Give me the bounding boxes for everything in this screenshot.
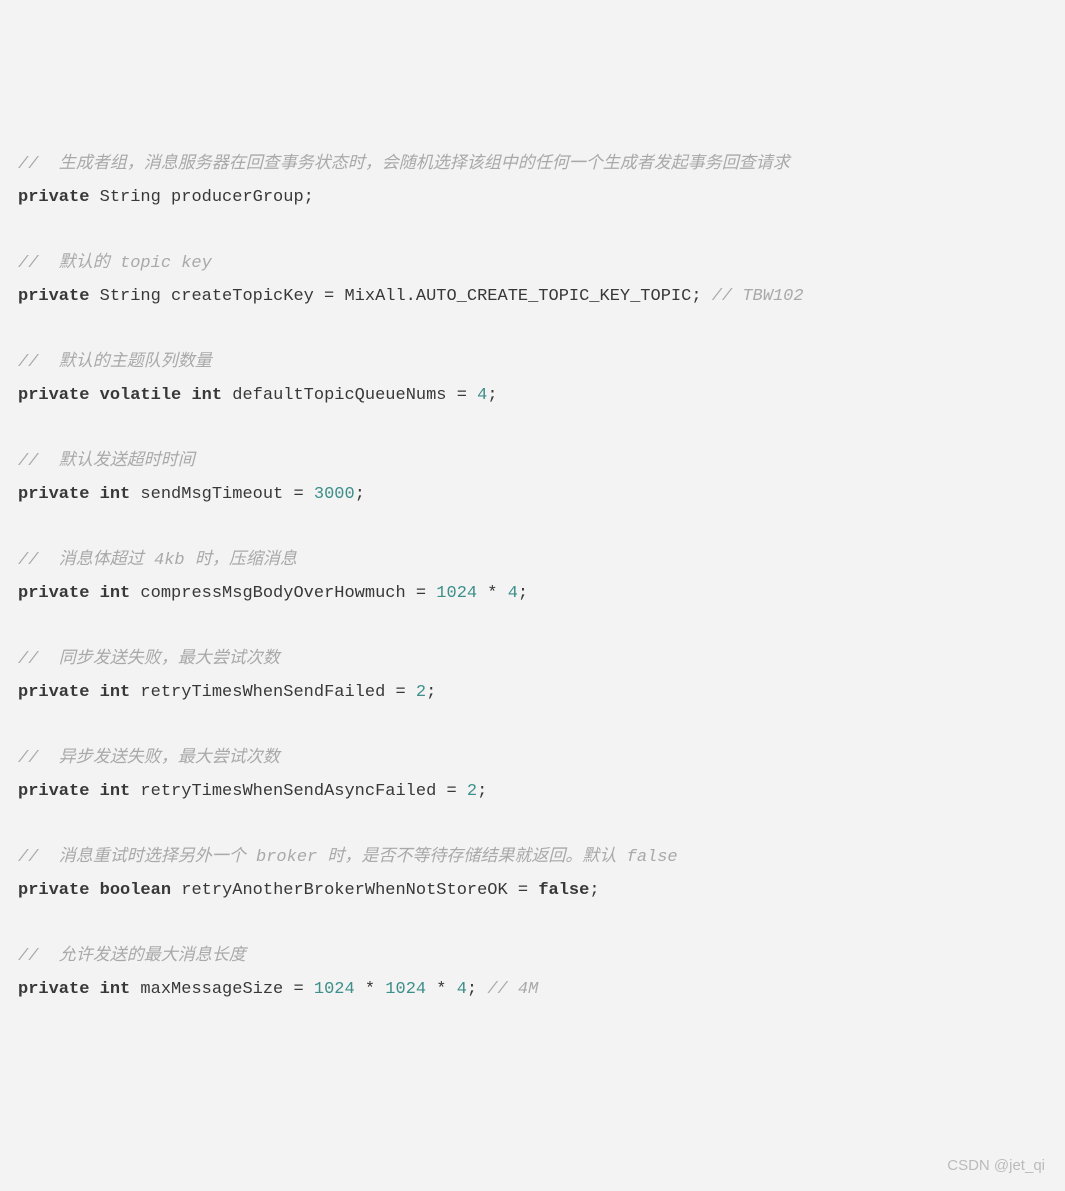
number-literal: 1024 [385, 980, 426, 999]
comment: // 消息体超过 4kb 时，压缩消息 [18, 551, 297, 570]
comment: // 消息重试时选择另外一个 broker 时，是否不等待存储结果就返回。默认 … [18, 848, 678, 867]
number-literal: 2 [416, 683, 426, 702]
comment: // 4M [487, 980, 538, 999]
comment: // 允许发送的最大消息长度 [18, 947, 246, 966]
number-literal: 1024 [314, 980, 355, 999]
code-text: ; [518, 584, 528, 603]
code-text: retryTimesWhenSendFailed = [130, 683, 416, 702]
keyword-private: private [18, 584, 89, 603]
comment: // TBW102 [712, 287, 804, 306]
code-text: defaultTopicQueueNums = [222, 386, 477, 405]
code-text: ; [467, 980, 487, 999]
code-text: * [355, 980, 386, 999]
number-literal: 1024 [436, 584, 477, 603]
number-literal: 4 [457, 980, 467, 999]
keyword-false: false [538, 881, 589, 900]
code-text: String createTopicKey = MixAll.AUTO_CREA… [89, 287, 711, 306]
keyword-volatile: volatile [100, 386, 182, 405]
code-text: ; [426, 683, 436, 702]
code-text: retryTimesWhenSendAsyncFailed = [130, 782, 467, 801]
keyword-int: int [100, 683, 131, 702]
code-text: sendMsgTimeout = [130, 485, 314, 504]
keyword-int: int [100, 584, 131, 603]
keyword-int: int [100, 782, 131, 801]
code-text: * [426, 980, 457, 999]
code-text: retryAnotherBrokerWhenNotStoreOK = [171, 881, 538, 900]
number-literal: 4 [508, 584, 518, 603]
number-literal: 4 [477, 386, 487, 405]
keyword-private: private [18, 287, 89, 306]
comment: // 默认的主题队列数量 [18, 353, 212, 372]
code-text: * [477, 584, 508, 603]
comment: // 默认的 topic key [18, 254, 212, 273]
number-literal: 2 [467, 782, 477, 801]
code-text: ; [355, 485, 365, 504]
keyword-private: private [18, 188, 89, 207]
keyword-private: private [18, 485, 89, 504]
number-literal: 3000 [314, 485, 355, 504]
code-text: ; [487, 386, 497, 405]
keyword-boolean: boolean [100, 881, 171, 900]
code-text: ; [477, 782, 487, 801]
keyword-int: int [100, 980, 131, 999]
keyword-private: private [18, 980, 89, 999]
keyword-int: int [100, 485, 131, 504]
code-text: maxMessageSize = [130, 980, 314, 999]
comment: // 同步发送失败，最大尝试次数 [18, 650, 280, 669]
watermark: CSDN @jet_qi [947, 1158, 1045, 1173]
keyword-private: private [18, 881, 89, 900]
keyword-int: int [191, 386, 222, 405]
keyword-private: private [18, 386, 89, 405]
comment: // 异步发送失败，最大尝试次数 [18, 749, 280, 768]
code-text: ; [589, 881, 599, 900]
code-text: String producerGroup; [89, 188, 313, 207]
keyword-private: private [18, 683, 89, 702]
code-text: compressMsgBodyOverHowmuch = [130, 584, 436, 603]
keyword-private: private [18, 782, 89, 801]
comment: // 生成者组，消息服务器在回查事务状态时，会随机选择该组中的任何一个生成者发起… [18, 155, 790, 174]
comment: // 默认发送超时时间 [18, 452, 195, 471]
